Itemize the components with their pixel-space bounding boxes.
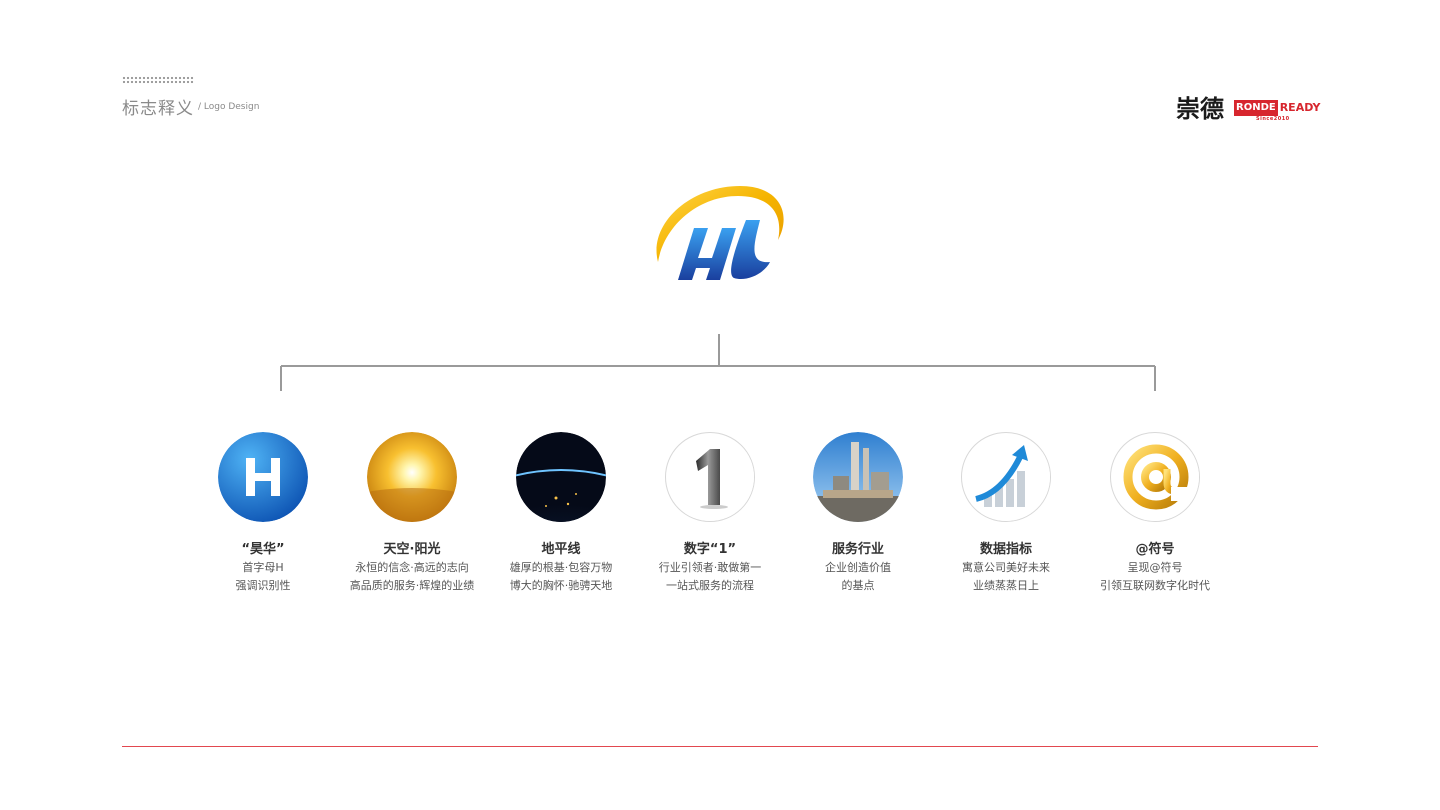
sun-icon bbox=[367, 432, 457, 522]
bottom-divider bbox=[122, 746, 1318, 747]
number-one-icon bbox=[665, 432, 755, 522]
meaning-item-at: @符号 呈现@符号 引领互联网数字化时代 bbox=[1065, 432, 1245, 595]
brand-since: Since2010 bbox=[1256, 116, 1290, 122]
item-title: @符号 bbox=[1135, 542, 1175, 557]
item-line-1: 呈现@符号 bbox=[1127, 561, 1183, 574]
page-subtitle: / Logo Design bbox=[198, 102, 260, 112]
at-sign-icon bbox=[1110, 432, 1200, 522]
h-letter-icon bbox=[218, 432, 308, 522]
brand-logo: 崇德 RONDE READY Since2010 bbox=[1176, 94, 1321, 126]
earth-horizon-icon bbox=[516, 432, 606, 522]
decorative-dots bbox=[122, 76, 194, 84]
brand-chinese-name: 崇德 bbox=[1176, 94, 1224, 123]
brand-english-name: RONDE READY bbox=[1234, 100, 1321, 116]
item-line-2: 引领互联网数字化时代 bbox=[1100, 579, 1210, 592]
hl-swoosh-logo-icon bbox=[650, 184, 790, 292]
page-title: 标志释义 bbox=[122, 99, 194, 119]
growth-chart-icon bbox=[961, 432, 1051, 522]
factory-icon bbox=[813, 432, 903, 522]
brand-ready: READY bbox=[1279, 101, 1321, 114]
brand-ronde: RONDE bbox=[1234, 100, 1278, 116]
